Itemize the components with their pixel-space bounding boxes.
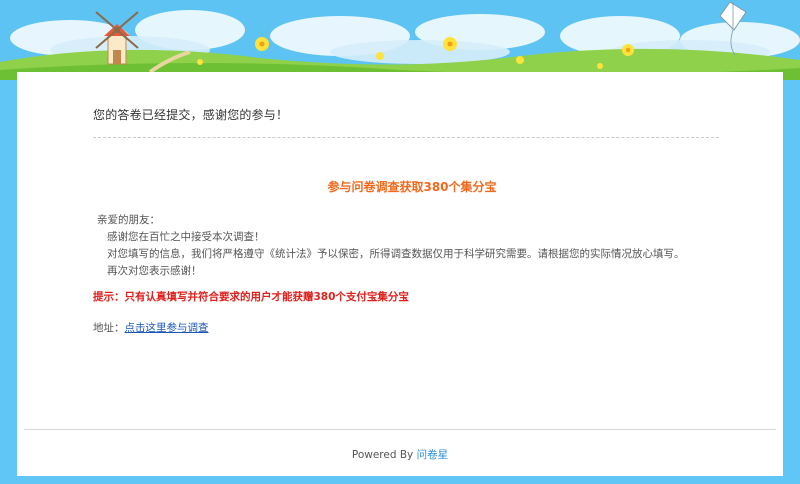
footer-divider — [24, 429, 776, 430]
address-row: 地址：点击这里参与调查 — [93, 320, 209, 335]
letter-line: 对您填写的信息，我们将严格遵守《统计法》予以保密，所得调查数据仅用于科学研究需要… — [107, 248, 685, 260]
brand-link[interactable]: 问卷星 — [417, 449, 449, 461]
letter-greeting: 亲爱的朋友： — [97, 214, 160, 226]
footer: Powered By 问卷星 — [17, 447, 783, 462]
hint-text: 提示：只有认真填写并符合要求的用户才能获赠380个支付宝集分宝 — [93, 291, 409, 303]
content-card: 您的答卷已经提交，感谢您的参与！ 参与问卷调查获取380个集分宝 亲爱的朋友： … — [17, 72, 783, 476]
letter-line: 感谢您在百忙之中接受本次调查！ — [107, 231, 265, 243]
powered-by-text: Powered By — [351, 449, 414, 461]
submitted-message: 您的答卷已经提交，感谢您的参与！ — [93, 108, 289, 122]
address-label: 地址： — [93, 322, 125, 334]
letter-line: 再次对您表示感谢！ — [107, 265, 202, 277]
header-scenery — [0, 0, 800, 80]
letter-body: 亲爱的朋友： 感谢您在百忙之中接受本次调查！ 对您填写的信息，我们将严格遵守《统… — [97, 212, 737, 280]
survey-link[interactable]: 点击这里参与调查 — [125, 322, 209, 334]
dashed-divider — [93, 137, 719, 138]
promo-title: 参与问卷调查获取380个集分宝 — [327, 180, 497, 194]
